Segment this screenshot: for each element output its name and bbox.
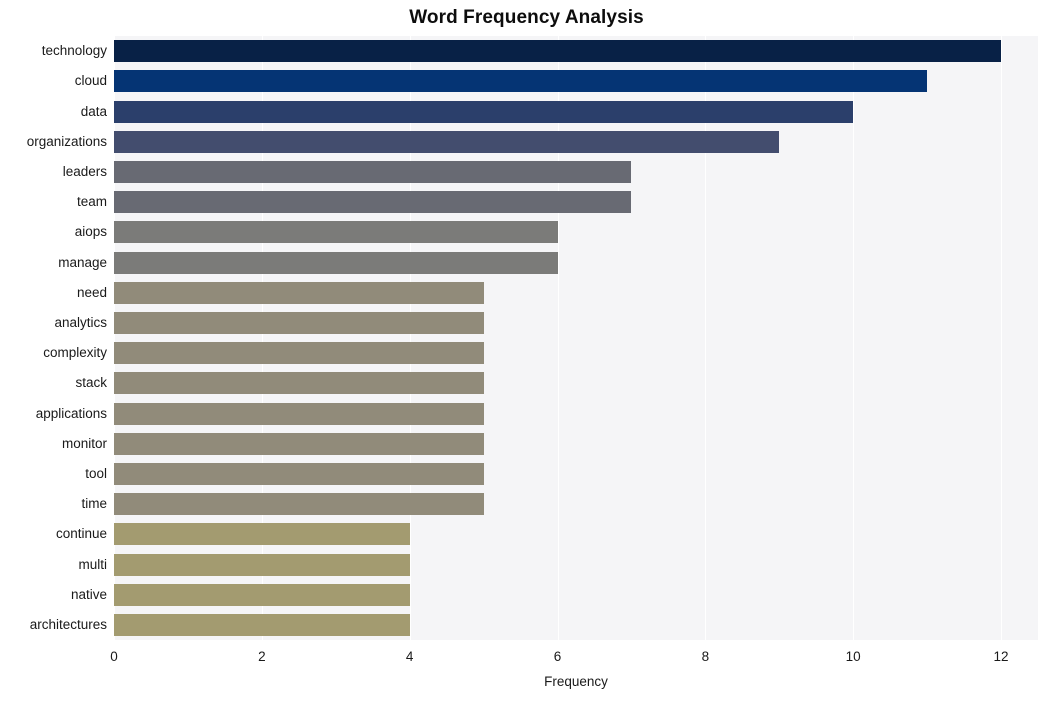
bar: [114, 100, 854, 123]
bar: [114, 583, 410, 606]
y-axis-tick-label: analytics: [54, 314, 107, 330]
bar: [114, 311, 484, 334]
bar: [114, 342, 484, 365]
x-axis-tick-label: 8: [701, 649, 710, 664]
y-axis-tick-label: aiops: [74, 224, 107, 240]
bar: [114, 402, 484, 425]
bars-layer: [114, 36, 1038, 640]
bar: [114, 70, 928, 93]
y-axis-tick-label: stack: [75, 375, 107, 391]
y-axis-tick-label: team: [76, 194, 107, 210]
x-axis-tick-label: 12: [993, 649, 1009, 664]
bar: [114, 523, 410, 546]
y-axis-tick-label: architectures: [29, 616, 107, 632]
bar: [114, 553, 410, 576]
y-axis-tick-label: multi: [78, 556, 107, 572]
bar: [114, 281, 484, 304]
y-axis-tick-label: need: [76, 284, 107, 300]
x-axis-tick-label: 4: [405, 649, 414, 664]
bar: [114, 160, 632, 183]
x-axis-tick-label: 6: [553, 649, 562, 664]
y-axis-tick-label: native: [70, 586, 107, 602]
bar: [114, 432, 484, 455]
y-axis-tick-label: complexity: [43, 345, 107, 361]
y-axis-tick-label: monitor: [61, 435, 107, 451]
y-axis-tick-label: data: [80, 103, 107, 119]
x-axis-title: Frequency: [544, 674, 608, 689]
bar: [114, 613, 410, 636]
y-axis-tick-label: organizations: [26, 133, 107, 149]
x-axis-tick-label: 0: [110, 649, 118, 664]
bar: [114, 221, 558, 244]
y-axis-tick-label: cloud: [74, 73, 107, 89]
y-axis-tick-label: technology: [41, 43, 107, 59]
bar: [114, 191, 632, 214]
bar: [114, 40, 1002, 63]
y-axis-tick-label: tool: [85, 465, 107, 481]
x-axis-tick-label: 10: [845, 649, 861, 664]
bar: [114, 130, 780, 153]
bar: [114, 493, 484, 516]
y-axis-tick-label: leaders: [62, 163, 107, 179]
bar: [114, 462, 484, 485]
y-axis-tick-label: manage: [58, 254, 107, 270]
y-axis-tick-label: applications: [35, 405, 107, 421]
x-axis-tick-labels: 0 2 4 6 8 10 12: [0, 648, 1053, 670]
y-axis-tick-labels: technology cloud data organizations leaders t…: [0, 36, 107, 640]
page-title: Word Frequency Analysis: [409, 7, 644, 28]
chart-figure: Word Frequency Analysis technology cloud d…: [0, 0, 1053, 701]
x-axis-tick-label: 2: [258, 649, 266, 664]
bar: [114, 251, 558, 274]
bar: [114, 372, 484, 395]
y-axis-tick-label: continue: [55, 526, 107, 542]
y-axis-tick-label: time: [81, 496, 107, 512]
